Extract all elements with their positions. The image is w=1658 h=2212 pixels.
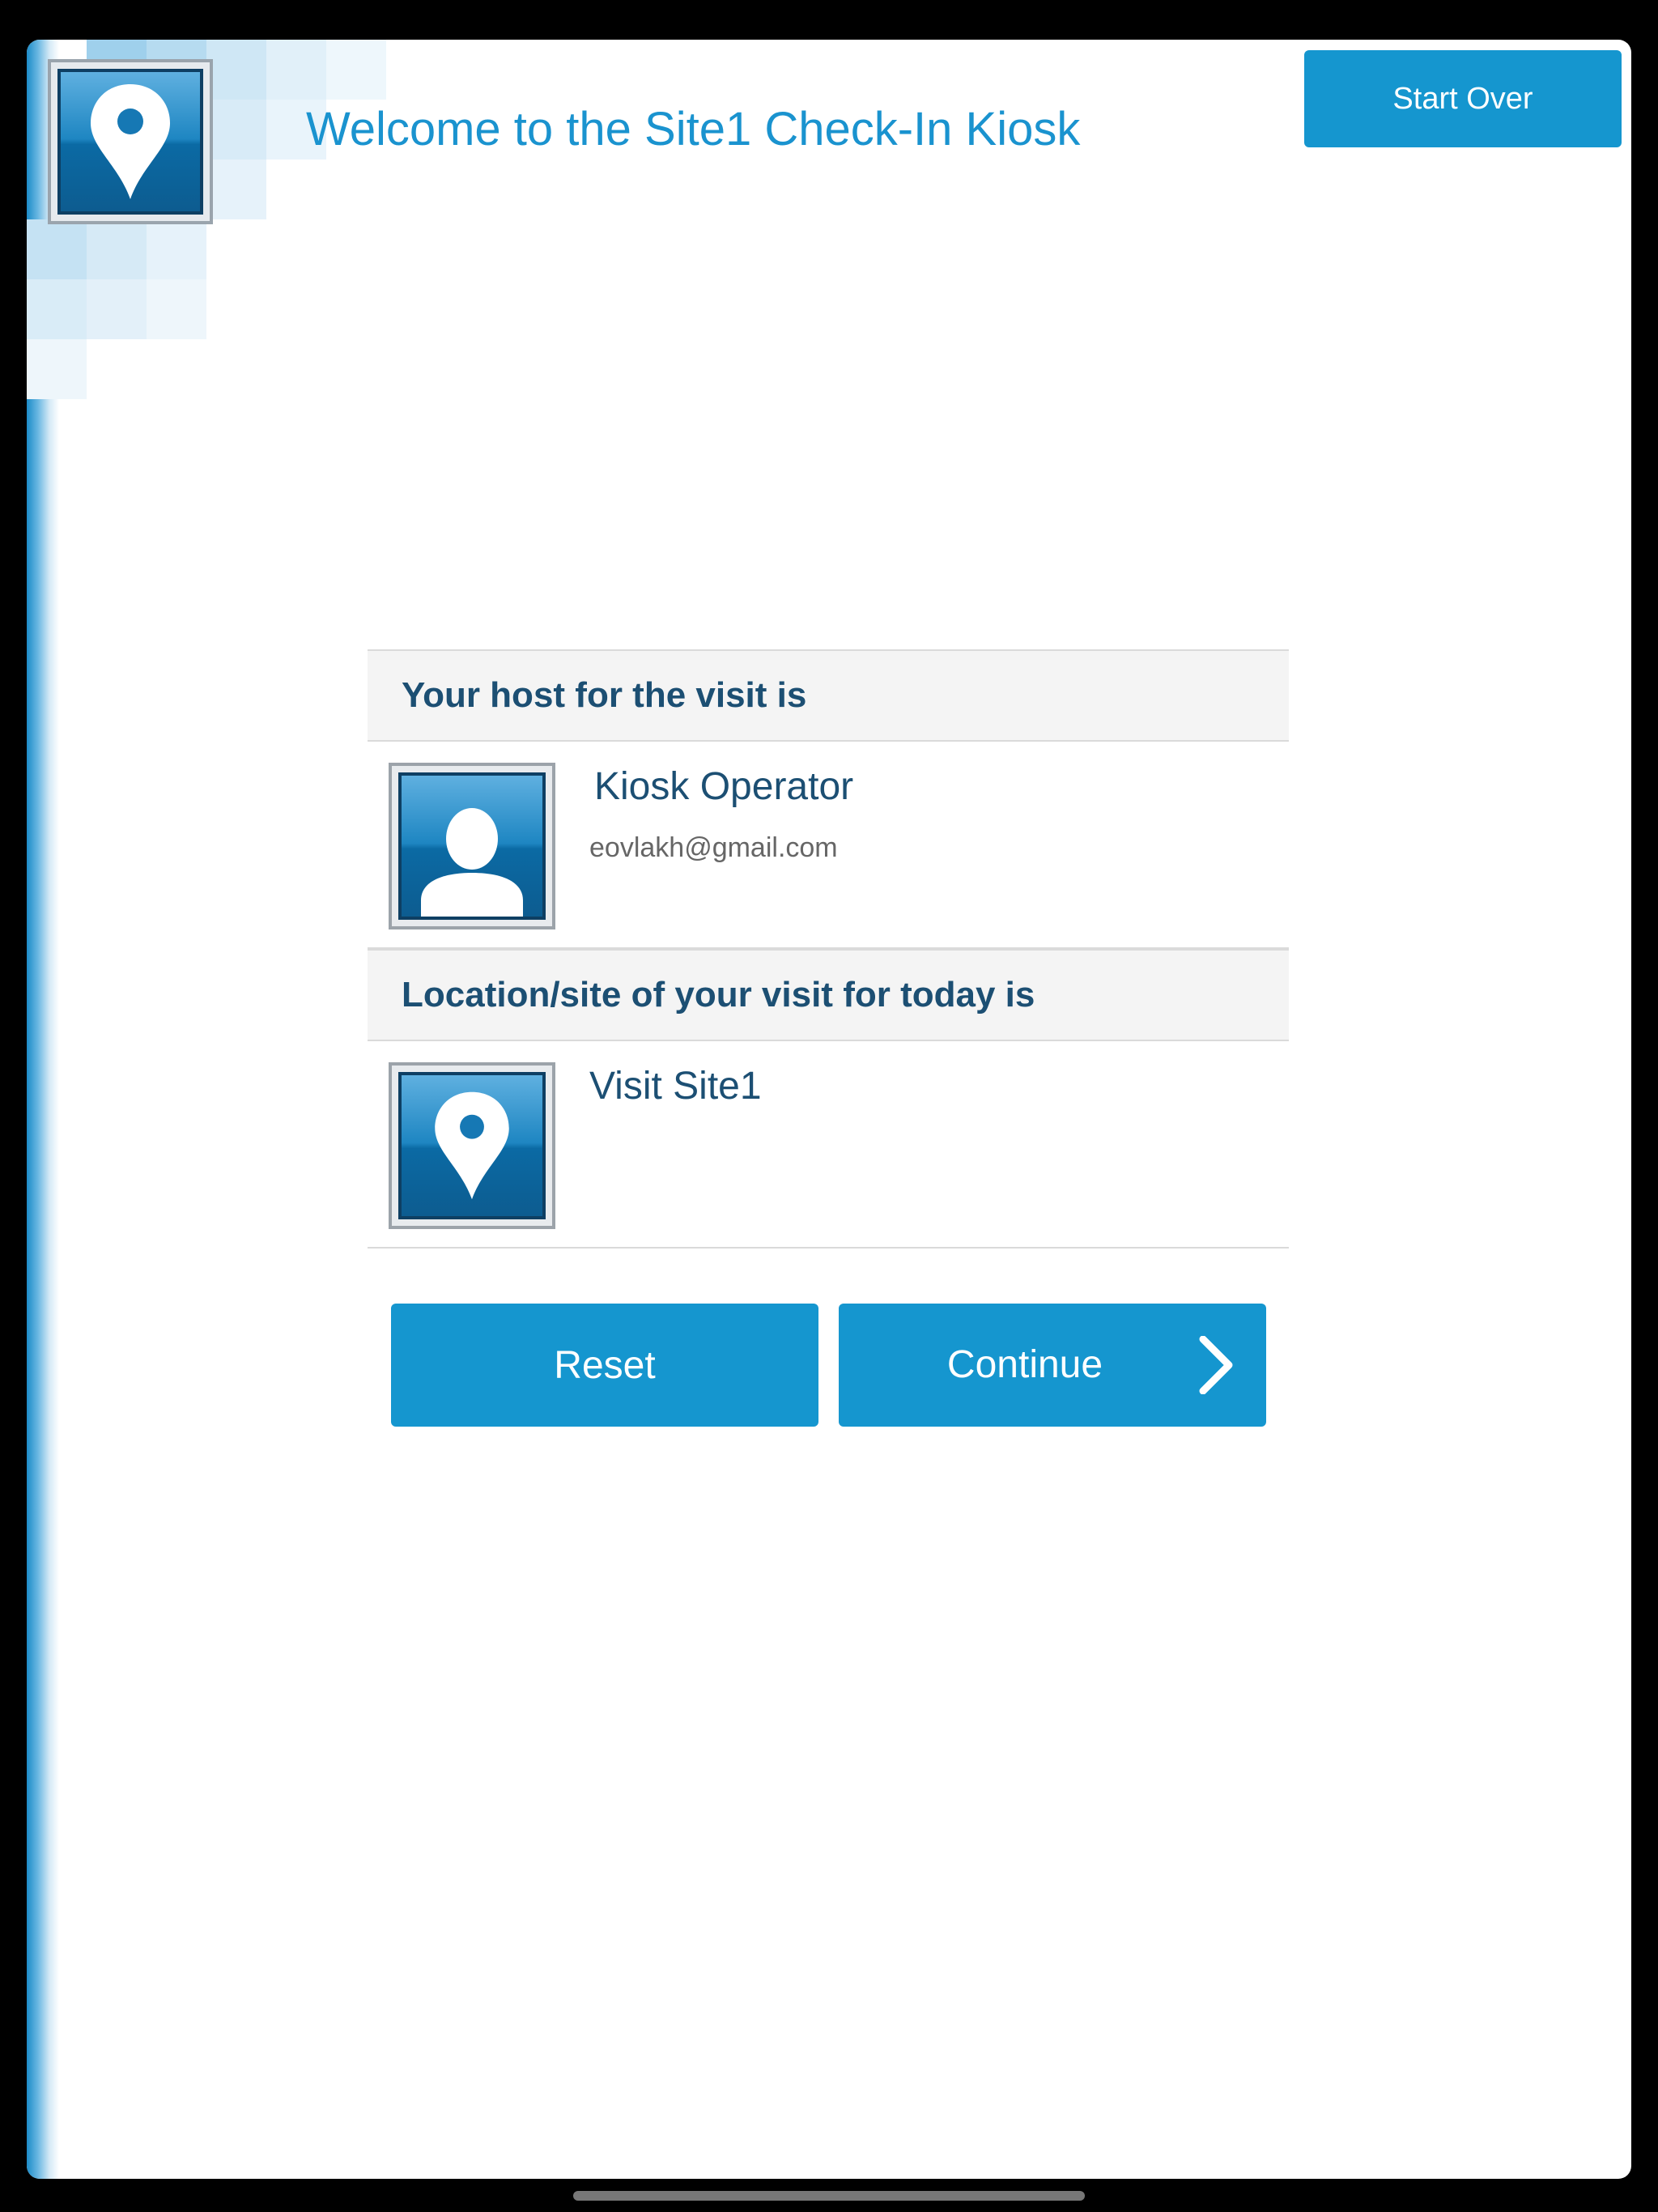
host-email: eovlakh@gmail.com	[589, 832, 838, 863]
host-section: Kiosk Operator eovlakh@gmail.com	[368, 742, 1289, 949]
location-section-heading: Location/site of your visit for today is	[368, 949, 1289, 1041]
kiosk-screen: Welcome to the Site1 Check-In Kiosk Star…	[27, 40, 1631, 2179]
reset-button[interactable]: Reset	[391, 1304, 818, 1427]
chevron-right-icon	[1199, 1336, 1233, 1394]
location-section: Visit Site1	[368, 1041, 1289, 1249]
location-pin-icon	[435, 1091, 509, 1200]
continue-label: Continue	[946, 1343, 1103, 1386]
home-indicator	[573, 2191, 1085, 2201]
host-section-heading: Your host for the visit is	[368, 649, 1289, 742]
kiosk-logo	[48, 59, 213, 224]
host-name: Kiosk Operator	[594, 765, 854, 808]
host-avatar	[389, 763, 555, 929]
visit-summary-card: Your host for the visit is Kiosk Operato…	[368, 649, 1289, 1249]
page-title: Welcome to the Site1 Check-In Kiosk	[306, 103, 1081, 155]
location-pin-icon	[91, 84, 170, 199]
site-name: Visit Site1	[589, 1065, 762, 1108]
location-thumbnail	[389, 1062, 555, 1229]
person-icon	[421, 808, 523, 917]
start-over-button[interactable]: Start Over	[1304, 50, 1622, 147]
continue-button[interactable]: Continue	[839, 1304, 1266, 1427]
